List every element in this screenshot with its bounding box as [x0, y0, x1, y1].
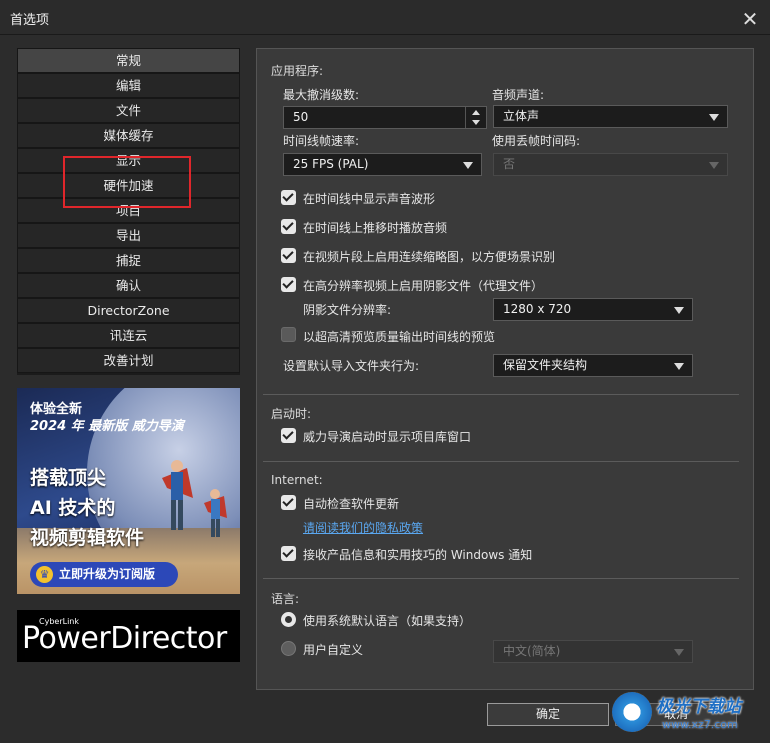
shadow-files-label: 在高分辨率视频上启用阴影文件（代理文件） [303, 279, 544, 293]
sidebar-nav: 常规 编辑 文件 媒体缓存 显示 硬件加速 项目 导出 捕捉 确认 Direct… [17, 48, 240, 375]
sidebar-item-editing[interactable]: 编辑 [17, 73, 240, 98]
hero-figure-icon [162, 460, 193, 530]
thumbnails-label: 在视频片段上启用连续缩略图，以方便场景识别 [303, 250, 556, 264]
watermark-url: www.xz7.com [662, 718, 738, 731]
show-library-checkbox[interactable] [281, 428, 296, 443]
divider [263, 578, 739, 579]
watermark-logo-icon [612, 692, 652, 732]
drop-frame-select: 否 [493, 153, 728, 176]
annotation-highlight-box [63, 156, 191, 208]
chevron-down-icon [674, 363, 684, 370]
chevron-down-icon [463, 162, 473, 169]
sidebar-item-capture[interactable]: 捕捉 [17, 248, 240, 273]
system-language-label: 使用系统默认语言（如果支持） [303, 614, 472, 628]
thumbnails-checkbox[interactable] [281, 248, 296, 263]
watermark: 极光下载站 www.xz7.com [612, 688, 762, 740]
title-bar: 首选项 ✕ [0, 0, 770, 35]
watermark-text: 极光下载站 [656, 697, 741, 717]
auto-update-checkbox[interactable] [281, 495, 296, 510]
divider [263, 461, 739, 462]
timeline-fps-select[interactable]: 25 FPS (PAL) [283, 153, 482, 176]
waveform-checkbox[interactable] [281, 190, 296, 205]
powerdirector-logo: CyberLink PowerDirector [17, 610, 240, 662]
custom-language-value: 中文(简体) [503, 644, 561, 658]
sidebar-item-media-cache[interactable]: 媒体缓存 [17, 123, 240, 148]
spin-down-icon[interactable] [472, 120, 480, 125]
sidebar-item-file[interactable]: 文件 [17, 98, 240, 123]
window-title: 首选项 [10, 13, 50, 28]
hq-preview-checkbox[interactable] [281, 327, 296, 342]
shadow-res-value: 1280 x 720 [503, 302, 572, 316]
custom-language-select: 中文(简体) [493, 640, 693, 663]
sidebar-item-directorzone[interactable]: DirectorZone [17, 298, 240, 323]
sidebar-item-cloud[interactable]: 讯连云 [17, 323, 240, 348]
close-icon[interactable]: ✕ [738, 8, 762, 32]
drop-frame-label: 使用丢帧时间码: [492, 134, 581, 148]
max-undo-value: 50 [293, 110, 309, 124]
spin-buttons[interactable] [465, 107, 486, 128]
show-library-label: 威力导演启动时显示项目库窗口 [303, 430, 472, 444]
import-behavior-select[interactable]: 保留文件夹结构 [493, 354, 693, 377]
sidebar-item-improvement[interactable]: 改善计划 [17, 348, 240, 373]
sidebar-item-confirm[interactable]: 确认 [17, 273, 240, 298]
powerdirector-wordmark: PowerDirector [22, 621, 227, 656]
custom-language-label: 用户自定义 [303, 643, 364, 657]
promo-banner[interactable]: 体验全新 2024 年 最新版 威力导演 搭载顶尖 AI 技术的 视频剪辑软件 … [17, 388, 240, 594]
chevron-down-icon [709, 114, 719, 121]
shadow-res-label: 阴影文件分辨率: [303, 303, 392, 317]
divider [263, 394, 739, 395]
ad-headline1: 搭载顶尖 [30, 467, 107, 489]
system-language-radio[interactable] [281, 612, 296, 627]
ad-headline2: AI 技术的 [30, 497, 116, 519]
max-undo-stepper[interactable]: 50 [283, 106, 487, 129]
section-language: 语言: [271, 592, 300, 606]
shadow-files-checkbox[interactable] [281, 277, 296, 292]
timeline-fps-value: 25 FPS (PAL) [293, 157, 369, 171]
import-behavior-label: 设置默认导入文件夹行为: [283, 359, 420, 373]
max-undo-label: 最大撤消级数: [283, 88, 360, 102]
audio-channel-select[interactable]: 立体声 [493, 105, 728, 128]
chevron-down-icon [674, 307, 684, 314]
section-startup: 启动时: [271, 407, 312, 421]
ad-line2: 2024 年 最新版 威力导演 [30, 419, 184, 434]
timeline-fps-label: 时间线帧速率: [283, 134, 360, 148]
upgrade-button-label: 立即升级为订阅版 [59, 567, 156, 581]
section-internet: Internet: [271, 473, 323, 487]
spin-up-icon[interactable] [472, 110, 480, 115]
chevron-down-icon [674, 649, 684, 656]
crown-icon: ♛ [36, 566, 53, 583]
scrub-audio-checkbox[interactable] [281, 219, 296, 234]
child-figure-icon [204, 489, 227, 537]
drop-frame-value: 否 [503, 157, 516, 171]
ad-headline3: 视频剪辑软件 [30, 527, 145, 549]
auto-update-label: 自动检查软件更新 [303, 497, 400, 511]
audio-channel-value: 立体声 [503, 109, 540, 123]
sidebar-item-general[interactable]: 常规 [17, 48, 240, 73]
ok-button[interactable]: 确定 [487, 703, 609, 726]
section-application: 应用程序: [271, 64, 324, 78]
privacy-policy-link[interactable]: 请阅读我们的隐私政策 [303, 519, 423, 536]
audio-channel-label: 音频声道: [492, 88, 545, 102]
scrub-audio-label: 在时间线上推移时播放音频 [303, 221, 448, 235]
chevron-down-icon [709, 162, 719, 169]
import-behavior-value: 保留文件夹结构 [503, 358, 588, 372]
notifications-label: 接收产品信息和实用技巧的 Windows 通知 [303, 548, 533, 562]
hq-preview-label: 以超高清预览质量输出时间线的预览 [303, 330, 496, 344]
shadow-res-select[interactable]: 1280 x 720 [493, 298, 693, 321]
waveform-label: 在时间线中显示声音波形 [303, 192, 436, 206]
sidebar-item-export[interactable]: 导出 [17, 223, 240, 248]
custom-language-radio[interactable] [281, 641, 296, 656]
upgrade-button[interactable]: ♛ 立即升级为订阅版 [30, 562, 178, 587]
notifications-checkbox[interactable] [281, 546, 296, 561]
